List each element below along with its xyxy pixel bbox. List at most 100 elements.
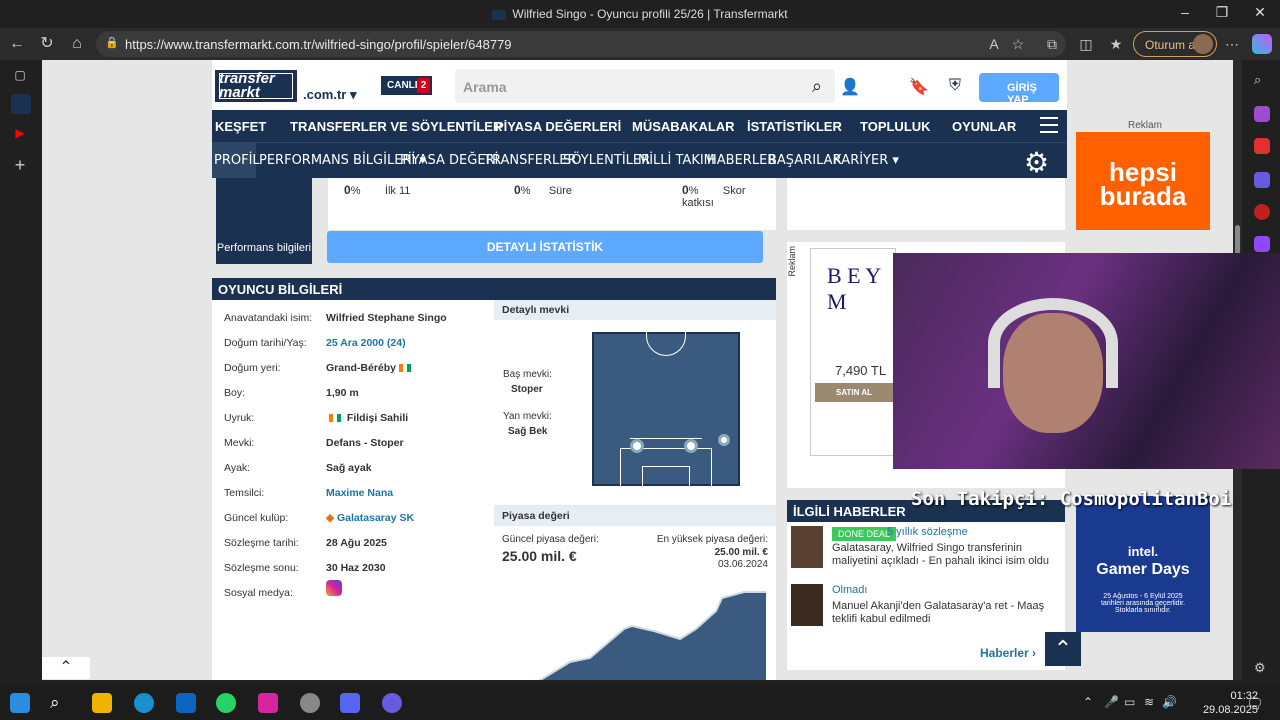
app-taskbar-icon[interactable] — [382, 693, 402, 713]
app-taskbar-icon[interactable] — [300, 693, 320, 713]
secondary-nav: PROFİL PERFORMANS BİLGİLERİ ▾ PİYASA DEĞ… — [212, 142, 1067, 178]
stat-minutes: 0% Süre — [514, 183, 573, 197]
detailed-stats-button[interactable]: DETAYLI İSTATİSTİK — [327, 231, 763, 263]
shield-icon[interactable]: ⛨ — [945, 77, 965, 97]
position-dot — [684, 439, 698, 453]
favorite-star-icon[interactable]: ☆ — [1008, 34, 1028, 54]
tab-transfermarkt-icon[interactable] — [11, 94, 31, 114]
wifi-icon[interactable]: ≋ — [1144, 695, 1154, 709]
agent-link[interactable]: Maxime Nana — [326, 487, 393, 499]
browser-left-sidebar: ▢ ▶ + — [0, 60, 42, 686]
nav-statistics[interactable]: İSTATİSTİKLER — [747, 119, 842, 134]
club-link[interactable]: ◈ Galatasaray SK — [326, 512, 414, 524]
stat-starting-eleven: 0% İlk 11 — [344, 183, 411, 197]
edge-icon[interactable] — [134, 693, 154, 713]
twitch-sidebar-icon[interactable] — [1254, 236, 1270, 252]
more-news-link[interactable]: Haberler › — [980, 646, 1036, 660]
copilot-icon[interactable] — [1252, 34, 1272, 54]
start-button-icon[interactable] — [10, 693, 30, 713]
refresh-button[interactable]: ↻ — [36, 33, 58, 55]
microphone-icon[interactable]: 🎤 — [1104, 695, 1119, 709]
max-market-value: 25.00 mil. € — [714, 547, 768, 558]
birthdate-link[interactable]: 25 Ara 2000 (24) — [326, 337, 406, 349]
sidebar-settings-icon[interactable]: ⚙ — [1254, 660, 1270, 676]
tab-achievements[interactable]: BAŞARILAR — [768, 153, 842, 168]
live-button[interactable]: CANLI 2 — [381, 76, 432, 95]
ivory-coast-flag-icon — [329, 414, 341, 423]
window-title: Wilfried Singo - Oyuncu profili 25/26 | … — [0, 7, 1280, 21]
close-window-button[interactable]: ✕ — [1245, 4, 1275, 24]
news-thumbnail[interactable] — [791, 526, 823, 568]
discord-icon[interactable] — [340, 693, 360, 713]
read-aloud-icon[interactable]: A — [984, 34, 1004, 54]
youtube-sidebar-icon[interactable] — [1254, 138, 1270, 154]
performance-stats: 0% İlk 11 0% Süre 0% Skor katkısı — [328, 178, 776, 230]
nav-market-values[interactable]: PİYASA DEĞERLERİ — [495, 119, 621, 134]
hepsiburada-ad[interactable]: hepsi burada — [1076, 132, 1210, 230]
extensions-icon[interactable]: ⧉ — [1042, 34, 1062, 54]
battery-icon[interactable]: ▭ — [1124, 695, 1135, 709]
tab-actions-icon[interactable]: ▢ — [11, 66, 29, 84]
transfermarkt-logo[interactable]: transfer markt — [215, 70, 297, 102]
right-top-panel — [787, 178, 1065, 230]
maximize-button[interactable]: ❐ — [1207, 4, 1237, 24]
performance-box[interactable]: Performans bilgileri — [216, 178, 312, 264]
windows-taskbar: ⌕ ⌃ 🎤 ▭ ≋ 🔊 01:32 29.08.2025 🗨 — [0, 686, 1280, 720]
outlook-icon[interactable] — [176, 693, 196, 713]
hamburger-menu-icon[interactable] — [1040, 117, 1058, 133]
primary-nav: KEŞFET TRANSFERLER VE SÖYLENTİLER PİYASA… — [212, 110, 1067, 142]
login-button[interactable]: GİRİŞ YAP — [979, 73, 1059, 106]
sidebar-app-icon[interactable] — [1254, 172, 1270, 188]
back-to-top-button[interactable]: ⌃ — [1045, 632, 1081, 666]
news-title[interactable]: Manuel Akanji'den Galatasaray'a ret - Ma… — [832, 600, 1060, 626]
tab-national-team[interactable]: MİLLİ TAKIM — [638, 153, 715, 168]
split-screen-icon[interactable]: ◫ — [1076, 34, 1096, 54]
search-input[interactable]: Arama ⌕ — [455, 69, 835, 103]
instagram-taskbar-icon[interactable] — [258, 693, 278, 713]
home-button[interactable]: ⌂ — [66, 33, 88, 55]
lock-icon: 🔒 — [105, 37, 119, 49]
address-bar[interactable]: 🔒 https://www.transfermarkt.com.tr/wilfr… — [96, 31, 1066, 57]
instagram-icon[interactable] — [326, 580, 342, 596]
back-button[interactable]: ← — [6, 33, 28, 55]
tab-career[interactable]: KARİYER ▾ — [833, 153, 899, 168]
nav-transfers[interactable]: TRANSFERLER VE SÖYLENTİLER — [290, 119, 502, 134]
tab-profile[interactable]: PROFİL — [214, 153, 260, 168]
domain-selector[interactable]: .com.tr ▾ — [303, 87, 356, 103]
nav-games[interactable]: OYUNLAR — [952, 119, 1016, 134]
bookmark-icon[interactable]: 🔖 — [909, 77, 929, 97]
tab-youtube-icon[interactable]: ▶ — [11, 124, 29, 142]
market-value-chart[interactable] — [494, 576, 776, 680]
buy-button[interactable]: SATIN AL — [815, 383, 893, 402]
more-menu-icon[interactable]: ⋯ — [1222, 34, 1242, 54]
collapse-chevron-icon[interactable]: ⌃ — [42, 657, 90, 679]
search-taskbar-icon[interactable]: ⌕ — [50, 693, 70, 713]
site-header: transfer markt .com.tr ▾ CANLI 2 Arama ⌕ 👤 … — [212, 60, 1067, 116]
market-value-box: Piyasa değeri Güncel piyasa değeri: 25.0… — [494, 506, 776, 680]
nav-kesfet[interactable]: KEŞFET — [215, 119, 266, 134]
search-sidebar-icon[interactable]: ⌕ — [1254, 72, 1270, 88]
tray-chevron-icon[interactable]: ⌃ — [1083, 695, 1093, 709]
pinterest-sidebar-icon[interactable] — [1254, 204, 1270, 220]
minimize-button[interactable]: – — [1170, 4, 1200, 24]
sidebar-app-icon[interactable] — [1254, 106, 1270, 122]
player-search-icon[interactable]: 👤 — [840, 77, 860, 97]
volume-icon[interactable]: 🔊 — [1162, 695, 1177, 709]
notifications-icon[interactable]: 🗨 — [1246, 695, 1264, 712]
live-count-badge: 2 — [417, 78, 430, 93]
new-tab-icon[interactable]: + — [11, 156, 29, 174]
intel-ad[interactable]: intel. Gamer Days 25 Ağustos - 6 Eylül 2… — [1076, 496, 1210, 632]
stream-overlay-text: Son Takipçi: CosmopolitanBoi — [911, 488, 1232, 510]
news-title[interactable]: Galatasaray, Wilfried Singo transferinin… — [832, 542, 1060, 568]
whatsapp-icon[interactable] — [216, 693, 236, 713]
settings-gear-icon[interactable]: ⚙ — [1024, 146, 1049, 179]
tab-news[interactable]: HABERLER — [707, 153, 776, 168]
file-explorer-icon[interactable] — [92, 693, 112, 713]
profile-signin-button[interactable]: Oturum aç — [1133, 31, 1217, 57]
nav-competitions[interactable]: MÜSABAKALAR — [632, 119, 735, 134]
news-thumbnail[interactable] — [791, 584, 823, 626]
player-info-table: Anavatandaki isim: Wilfried Stephane Sing… — [212, 300, 494, 680]
nav-community[interactable]: TOPLULUK — [860, 119, 931, 134]
favorites-icon[interactable]: ★ — [1106, 34, 1126, 54]
search-icon[interactable]: ⌕ — [812, 76, 822, 97]
